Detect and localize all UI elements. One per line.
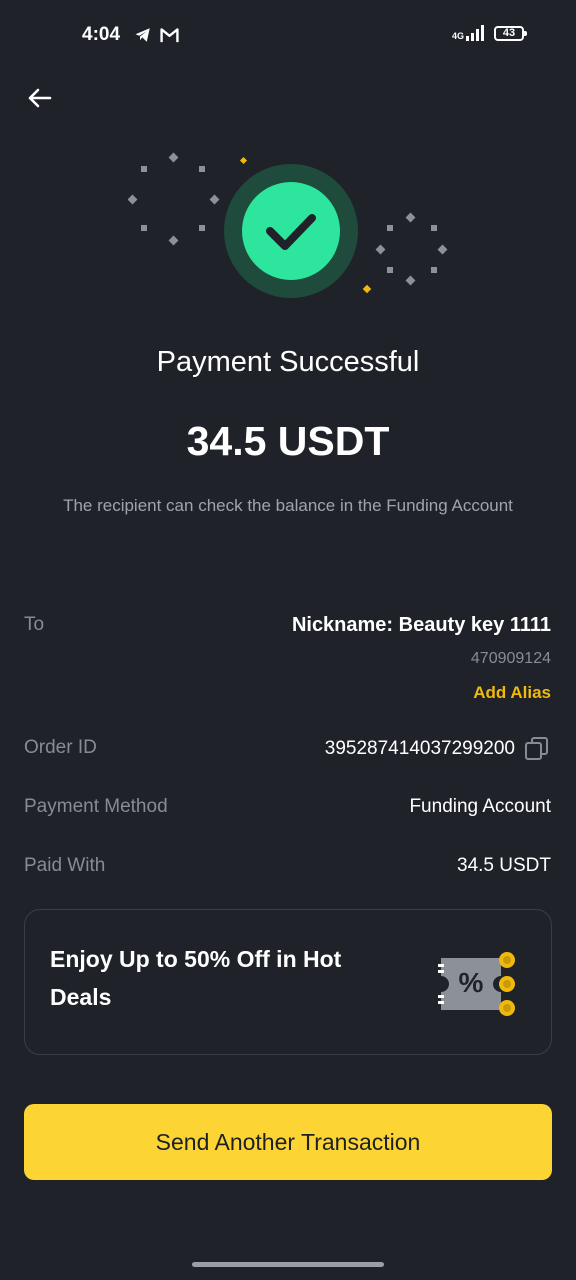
send-another-transaction-button[interactable]: Send Another Transaction [24,1104,552,1180]
order-id-label: Order ID [24,737,97,758]
add-alias-link[interactable]: Add Alias [473,683,551,703]
signal-icon [466,25,484,41]
payment-method-label: Payment Method [24,796,168,817]
order-id-value: 395287414037299200 [324,738,515,759]
status-app-icons [134,26,179,44]
to-label: To [24,614,45,635]
success-illustration [128,152,448,298]
payment-method-value: Funding Account [409,796,551,817]
payment-amount: 34.5 USDT [186,418,390,464]
home-indicator[interactable] [192,1262,384,1267]
status-right: 4G 43 [452,25,527,41]
battery-icon: 43 [494,25,527,41]
network-indicator: 4G [452,25,486,41]
network-label: 4G [451,31,464,41]
telegram-icon [135,28,150,42]
order-id-row: 395287414037299200 [325,735,551,763]
arrow-left-icon[interactable] [24,82,56,114]
gmail-icon [160,28,179,43]
copy-icon[interactable] [523,735,551,763]
recipient-nickname: Nickname: Beauty key 1111 [291,614,551,636]
svg-text:%: % [459,967,484,998]
status-time: 4:04 [82,24,121,45]
paid-with-value: 34.5 USDT [457,855,551,876]
check-circle-icon [224,164,358,298]
paid-with-label: Paid With [24,855,106,876]
recipient-note: The recipient can check the balance in t… [63,496,513,515]
promo-card[interactable]: Enjoy Up to 50% Off in Hot Deals % [24,909,552,1055]
page-title: Payment Successful [156,346,420,378]
coupon-icon: % [438,952,515,1016]
promo-text: Enjoy Up to 50% Off in Hot Deals [50,946,342,1010]
recipient-id: 470909124 [470,650,551,667]
